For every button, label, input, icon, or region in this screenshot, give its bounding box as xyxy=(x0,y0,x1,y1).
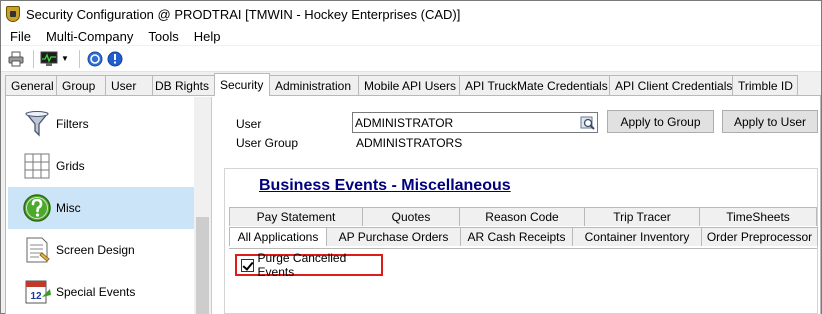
subtab-ar-cash-receipts[interactable]: AR Cash Receipts xyxy=(460,227,573,246)
subtab-row-1: Pay Statement Quotes Reason Code Trip Tr… xyxy=(229,207,817,226)
business-events-panel: Business Events - Miscellaneous Pay Stat… xyxy=(224,168,818,314)
nav-item-filters[interactable]: Filters xyxy=(8,103,194,145)
subtab-trip-tracer[interactable]: Trip Tracer xyxy=(584,207,700,226)
menu-help[interactable]: Help xyxy=(187,29,228,44)
menu-bar: File Multi-Company Tools Help xyxy=(1,27,821,45)
misc-settings-pane: User User Group Apply to Group Apply to … xyxy=(222,96,820,314)
apply-to-user-button[interactable]: Apply to User xyxy=(722,110,818,133)
subtab-reason-code[interactable]: Reason Code xyxy=(459,207,585,226)
subtab-quotes[interactable]: Quotes xyxy=(362,207,460,226)
nav-item-grids[interactable]: Grids xyxy=(8,145,194,187)
printer-icon[interactable] xyxy=(7,50,25,68)
subtab-container-inventory[interactable]: Container Inventory xyxy=(572,227,702,246)
funnel-icon xyxy=(25,111,49,137)
apply-to-group-button[interactable]: Apply to Group xyxy=(607,110,714,133)
tab-general[interactable]: General xyxy=(5,75,57,95)
menu-file[interactable]: File xyxy=(2,29,38,44)
purge-cancelled-events-checkbox[interactable]: Purge Cancelled Events xyxy=(235,251,383,279)
subtab-row-2: All Applications AP Purchase Orders AR C… xyxy=(229,227,818,246)
nav-label-special-events: Special Events xyxy=(56,285,136,299)
tab-api-client-credentials[interactable]: API Client Credentials xyxy=(609,75,733,95)
tab-mobile-api-users[interactable]: Mobile API Users xyxy=(358,75,460,95)
security-shield-icon xyxy=(6,6,20,22)
nav-label-grids: Grids xyxy=(56,159,85,173)
panel-title: Business Events - Miscellaneous xyxy=(259,177,511,194)
security-tab-content: Filters Grids Misc Screen Design 12 Spec… xyxy=(5,95,821,314)
lookup-icon[interactable] xyxy=(580,115,596,131)
subtab-all-applications[interactable]: All Applications xyxy=(229,227,327,246)
nav-label-filters: Filters xyxy=(56,117,89,131)
user-input[interactable] xyxy=(352,112,598,133)
subtab-ap-purchase-orders[interactable]: AP Purchase Orders xyxy=(326,227,461,246)
tab-api-truckmate-credentials[interactable]: API TruckMate Credentials xyxy=(459,75,610,95)
user-group-label: User Group xyxy=(236,136,299,150)
calendar-icon: 12 xyxy=(25,280,51,304)
question-icon xyxy=(23,194,51,222)
nav-label-screen-design: Screen Design xyxy=(56,243,135,257)
tab-user[interactable]: User xyxy=(105,75,153,95)
toolbar-separator xyxy=(78,49,80,68)
monitor-icon[interactable] xyxy=(40,50,58,68)
purge-cancelled-events-label: Purge Cancelled Events xyxy=(257,251,347,279)
nav-label-misc: Misc xyxy=(56,201,81,215)
tab-group[interactable]: Group xyxy=(56,75,106,95)
user-label: User xyxy=(236,117,262,131)
document-icon xyxy=(26,237,50,263)
toolbar-separator xyxy=(33,49,34,68)
category-nav: Filters Grids Misc Screen Design 12 Spec… xyxy=(8,97,212,314)
main-tab-strip: General Group User DB Rights Security Ad… xyxy=(5,73,798,96)
nav-item-screen-design[interactable]: Screen Design xyxy=(8,229,194,271)
subtab-timesheets[interactable]: TimeSheets xyxy=(699,207,817,226)
tab-security[interactable]: Security xyxy=(214,73,270,96)
help-icon[interactable] xyxy=(86,50,104,68)
tab-db-rights[interactable]: DB Rights xyxy=(152,75,215,95)
window-title: Security Configuration @ PRODTRAI [TMWIN… xyxy=(26,6,461,22)
checkbox-checked-icon[interactable] xyxy=(241,258,254,272)
nav-scrollbar[interactable] xyxy=(194,97,211,314)
nav-item-special-events[interactable]: 12 Special Events xyxy=(8,271,194,313)
dropdown-arrow-icon[interactable]: ▼ xyxy=(61,54,69,63)
app-window: Security Configuration @ PRODTRAI [TMWIN… xyxy=(0,0,822,314)
tab-trimble-id[interactable]: Trimble ID xyxy=(732,75,798,95)
nav-item-misc[interactable]: Misc xyxy=(8,187,194,229)
menu-tools[interactable]: Tools xyxy=(141,29,185,44)
tab-administration[interactable]: Administration xyxy=(269,75,359,95)
subtab-pay-statement[interactable]: Pay Statement xyxy=(229,207,363,226)
nav-scrollbar-thumb[interactable] xyxy=(196,217,209,314)
menu-multi-company[interactable]: Multi-Company xyxy=(39,29,140,44)
title-bar: Security Configuration @ PRODTRAI [TMWIN… xyxy=(1,1,821,27)
calendar-day-number: 12 xyxy=(30,291,42,302)
info-icon[interactable] xyxy=(106,50,124,68)
user-group-value: ADMINISTRATORS xyxy=(356,136,463,150)
subtab-order-preprocessor[interactable]: Order Preprocessor xyxy=(701,227,818,246)
grid-icon xyxy=(24,153,50,179)
toolbar: ▼ xyxy=(1,46,821,72)
